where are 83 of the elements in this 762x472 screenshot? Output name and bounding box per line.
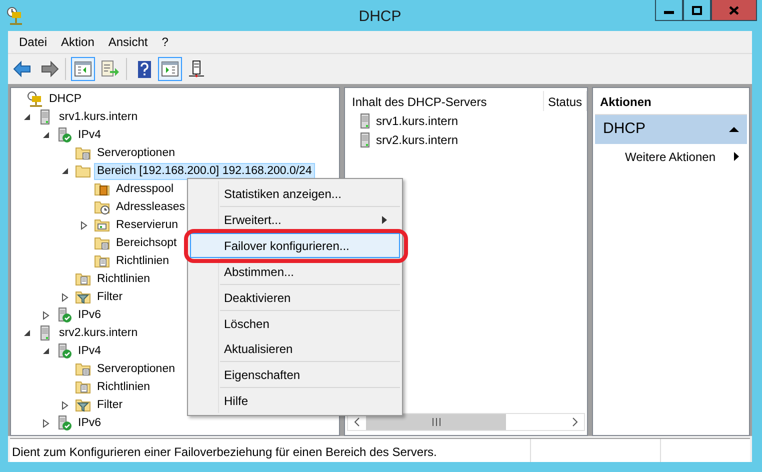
tree-item[interactable]: DHCP xyxy=(46,90,85,108)
server-check-icon xyxy=(56,307,72,323)
folder-options-icon xyxy=(75,361,91,377)
collapsed-arrow-icon[interactable] xyxy=(61,400,69,410)
export-list-icon xyxy=(98,59,120,79)
tree-item[interactable]: Richtlinien xyxy=(113,252,172,270)
close-button[interactable] xyxy=(711,0,757,21)
tree-item[interactable]: IPv6 xyxy=(75,414,104,432)
tree-item[interactable]: IPv6 xyxy=(75,306,104,324)
horizontal-scrollbar[interactable] xyxy=(347,413,585,431)
collapsed-arrow-icon[interactable] xyxy=(80,220,88,230)
menu-item[interactable]: Aktion xyxy=(54,31,102,53)
close-icon xyxy=(729,6,739,14)
pane-icon xyxy=(72,59,94,79)
tree-item[interactable]: Adresspool xyxy=(113,180,177,198)
collapsed-arrow-icon[interactable] xyxy=(61,292,69,302)
menu-item[interactable]: Hilfe xyxy=(190,388,400,413)
expanded-arrow-icon[interactable] xyxy=(42,347,50,355)
expanded-arrow-icon[interactable] xyxy=(23,329,31,337)
list-item[interactable]: srv2.kurs.intern xyxy=(376,130,458,148)
list-item[interactable]: srv1.kurs.intern xyxy=(376,112,458,130)
tree-item[interactable]: Serveroptionen xyxy=(94,144,178,162)
tree-item[interactable]: Filter xyxy=(94,396,126,414)
expanded-arrow-icon[interactable] xyxy=(42,131,50,139)
collapsed-arrow-icon[interactable] xyxy=(42,418,50,428)
tree-item[interactable]: Bereichsopt xyxy=(113,234,180,252)
menu-item[interactable]: Datei xyxy=(12,31,54,53)
tree-item[interactable]: Bereich [192.168.200.0] 192.168.200.0/24 xyxy=(94,162,315,180)
folder-funnel-icon xyxy=(75,397,91,413)
folder-document-icon xyxy=(75,379,91,395)
menu-item[interactable]: Abstimmen... xyxy=(190,259,400,284)
app-icon xyxy=(6,6,24,26)
tree-item[interactable]: srv2.kurs.intern xyxy=(56,324,141,342)
menu-item[interactable]: ? xyxy=(154,31,176,53)
menu-item[interactable]: Statistiken anzeigen... xyxy=(190,181,400,206)
minimize-button[interactable] xyxy=(655,0,683,21)
submenu-arrow-icon xyxy=(734,152,739,161)
tree-item[interactable]: Filter xyxy=(94,288,126,306)
folder-book-icon xyxy=(94,181,110,197)
pane-icon xyxy=(160,59,180,79)
menu-item[interactable]: Eigenschaften xyxy=(190,362,400,387)
menu-item[interactable]: Löschen xyxy=(190,311,400,336)
tree-item[interactable]: Serveroptionen xyxy=(94,360,178,378)
maximize-button[interactable] xyxy=(683,0,711,21)
tree-item[interactable]: Reservierun xyxy=(113,216,181,234)
collapsed-arrow-icon[interactable] xyxy=(42,310,50,320)
folder-options-icon xyxy=(94,235,110,251)
dhcp-icon xyxy=(27,91,43,107)
menu-item[interactable]: Ansicht xyxy=(101,31,155,53)
folder-document-icon xyxy=(75,271,91,287)
menu-item[interactable]: Erweitert... xyxy=(190,207,400,232)
expanded-arrow-icon[interactable] xyxy=(23,113,31,121)
submenu-arrow-icon xyxy=(382,216,387,224)
folder-grid-icon xyxy=(94,217,110,233)
scroll-right-icon[interactable] xyxy=(572,417,578,427)
menu-item[interactable]: Aktualisieren xyxy=(190,336,400,361)
back-arrow-icon xyxy=(12,59,32,79)
tree-item[interactable]: Richtlinien xyxy=(94,270,154,288)
collapse-arrow-icon[interactable] xyxy=(729,126,739,132)
folder-icon xyxy=(75,163,91,179)
tree-item[interactable]: IPv4 xyxy=(75,126,104,144)
column-header[interactable]: Inhalt des DHCP-Servers xyxy=(348,91,544,111)
tree-item[interactable]: Adressleases xyxy=(113,198,188,216)
folder-options-icon xyxy=(75,145,91,161)
scroll-left-icon[interactable] xyxy=(354,417,360,427)
expanded-arrow-icon[interactable] xyxy=(61,167,69,175)
folder-clock-icon xyxy=(94,199,110,215)
server-check-icon xyxy=(56,127,72,143)
status-text: Dient zum Konfigurieren einer Failoverbeziehung für einen Bereich des Servers. xyxy=(11,444,438,461)
tree-item[interactable]: srv1.kurs.intern xyxy=(56,108,141,126)
column-header[interactable]: Status xyxy=(544,91,587,111)
folder-document-icon xyxy=(94,253,110,269)
grip-icon xyxy=(432,418,440,426)
menu-item[interactable]: Deaktivieren xyxy=(190,285,400,310)
maximize-icon xyxy=(692,6,702,14)
tree-item[interactable]: IPv4 xyxy=(75,342,104,360)
action-link[interactable]: Weitere Aktionen xyxy=(593,144,749,170)
tree-item[interactable]: Richtlinien xyxy=(94,378,154,396)
server-check-icon xyxy=(56,415,72,431)
menu-item[interactable]: Failover konfigurieren... xyxy=(190,233,400,258)
server-check-icon xyxy=(56,343,72,359)
folder-funnel-icon xyxy=(75,289,91,305)
window-title: DHCP xyxy=(358,7,402,27)
